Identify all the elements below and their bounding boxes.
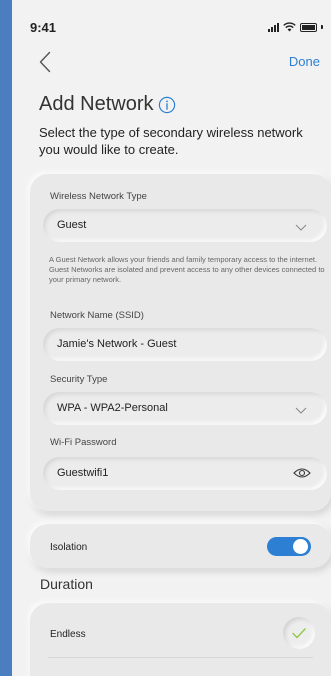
signal-icon (268, 22, 279, 32)
security-type-value: WPA - WPA2-Personal (57, 402, 168, 414)
security-type-select[interactable]: WPA - WPA2-Personal (43, 392, 327, 425)
isolation-toggle[interactable] (267, 537, 311, 556)
ssid-value: Jamie's Network - Guest (57, 338, 177, 350)
network-settings-card: Wireless Network Type Guest A Guest Netw… (30, 174, 331, 511)
isolation-label: Isolation (50, 542, 88, 553)
back-chevron-icon (39, 51, 51, 73)
done-button[interactable]: Done (289, 54, 320, 69)
endless-selected-check[interactable] (283, 617, 315, 649)
ssid-label: Network Name (SSID) (50, 310, 144, 321)
duration-title: Duration (40, 576, 93, 592)
network-type-value: Guest (57, 219, 87, 231)
duration-divider (48, 657, 313, 658)
status-bar: 9:41 (12, 0, 331, 44)
network-type-select[interactable]: Guest (43, 209, 327, 242)
battery-icon (300, 22, 317, 32)
network-type-label: Wireless Network Type (50, 191, 147, 202)
page-title-text: Add Network (39, 93, 154, 115)
network-type-description: A Guest Network allows your friends and … (49, 255, 325, 284)
isolation-card: Isolation (30, 524, 331, 568)
page-subtitle: Select the type of secondary wireless ne… (39, 125, 303, 157)
security-type-label: Security Type (50, 374, 108, 385)
password-input[interactable]: Guestwifi1 (43, 457, 327, 490)
eye-icon[interactable] (293, 467, 311, 479)
password-label: Wi-Fi Password (50, 437, 117, 448)
info-icon[interactable] (158, 96, 176, 114)
back-button[interactable] (34, 50, 56, 74)
battery-cap (321, 25, 323, 29)
page-title: Add Network (39, 93, 176, 116)
duration-card: Endless (30, 603, 331, 676)
ssid-input[interactable]: Jamie's Network - Guest (43, 328, 327, 361)
chevron-down-icon (295, 224, 307, 231)
status-time: 9:41 (30, 20, 57, 35)
password-value: Guestwifi1 (57, 467, 109, 479)
duration-option-endless[interactable]: Endless (50, 629, 86, 640)
toggle-knob (293, 539, 308, 554)
checkmark-icon (292, 627, 306, 638)
wifi-icon (283, 22, 296, 32)
phone-screen: 9:41 Done Add Network Select the type of… (12, 0, 331, 676)
status-icons (268, 22, 323, 32)
chevron-down-icon (295, 407, 307, 414)
